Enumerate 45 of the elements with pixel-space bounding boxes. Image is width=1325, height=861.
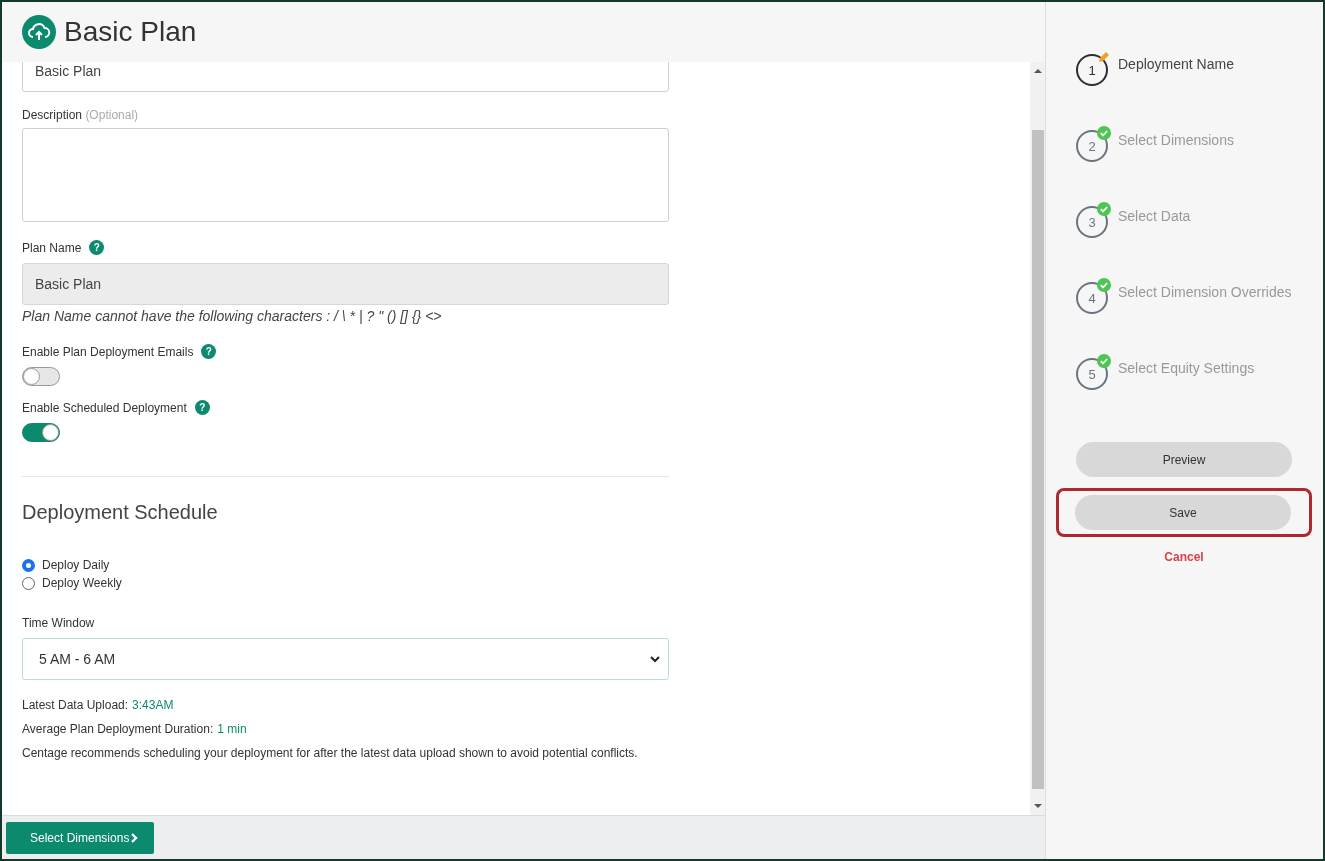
check-icon [1097,126,1111,140]
info-label: Latest Data Upload: [22,698,129,712]
step-label[interactable]: Deployment Name [1118,56,1234,72]
toggle-label: Enable Plan Deployment Emails [22,344,194,359]
radio-label: Deploy Daily [42,558,110,572]
scroll-up-arrow-icon[interactable] [1033,68,1042,74]
check-icon [1097,278,1111,292]
page-title: Basic Plan [64,16,197,48]
step-label[interactable]: Select Dimension Overrides [1118,284,1292,300]
step-label[interactable]: Select Equity Settings [1118,360,1255,376]
time-window-select[interactable]: 5 AM - 6 AM [22,638,669,680]
cloud-upload-icon [22,15,56,49]
field-label: Plan Name [22,240,82,255]
field-label: Time Window [22,616,96,630]
scroll-down-arrow-icon[interactable] [1033,803,1042,809]
step-label[interactable]: Select Dimensions [1118,132,1234,148]
help-icon[interactable]: ? [194,400,210,415]
step-label[interactable]: Select Data [1118,208,1191,224]
section-title: Deployment Schedule [22,501,219,524]
name-field[interactable]: Basic Plan [22,62,669,92]
chevron-down-icon [650,655,660,663]
action-button[interactable]: Preview [1076,442,1292,477]
check-icon [1097,202,1111,216]
pencil-icon [1097,50,1111,64]
check-icon [1097,354,1111,368]
radio-button[interactable] [22,558,35,572]
recommendation-text: Centage recommends scheduling your deployment for after the latest data upload shown to avoid potential conflicts. [22,746,639,760]
chevron-right-icon [131,832,139,843]
toggle-switch[interactable] [22,423,60,442]
action-button[interactable]: Save [1075,495,1291,530]
radio-label: Deploy Weekly [42,576,122,590]
help-icon[interactable]: ? [201,344,217,359]
hint-text: Plan Name cannot have the following characters : / \ * | ? " () [] {} <> [22,308,443,324]
scrollbar[interactable] [1030,62,1045,815]
next-button[interactable]: Select Dimensions [6,821,155,854]
step-number: 1 [1076,54,1108,86]
radio-button[interactable] [22,576,35,590]
toggle-label: Enable Scheduled Deployment [22,400,187,415]
description-field[interactable] [22,128,669,222]
toggle-switch[interactable] [22,367,60,386]
info-label: Average Plan Deployment Duration: [22,722,214,736]
info-value: 1 min [217,722,247,736]
info-value: 3:43AM [132,698,174,712]
description-label: Description (Optional) [22,108,140,122]
cancel-link[interactable]: Cancel [1164,550,1204,564]
